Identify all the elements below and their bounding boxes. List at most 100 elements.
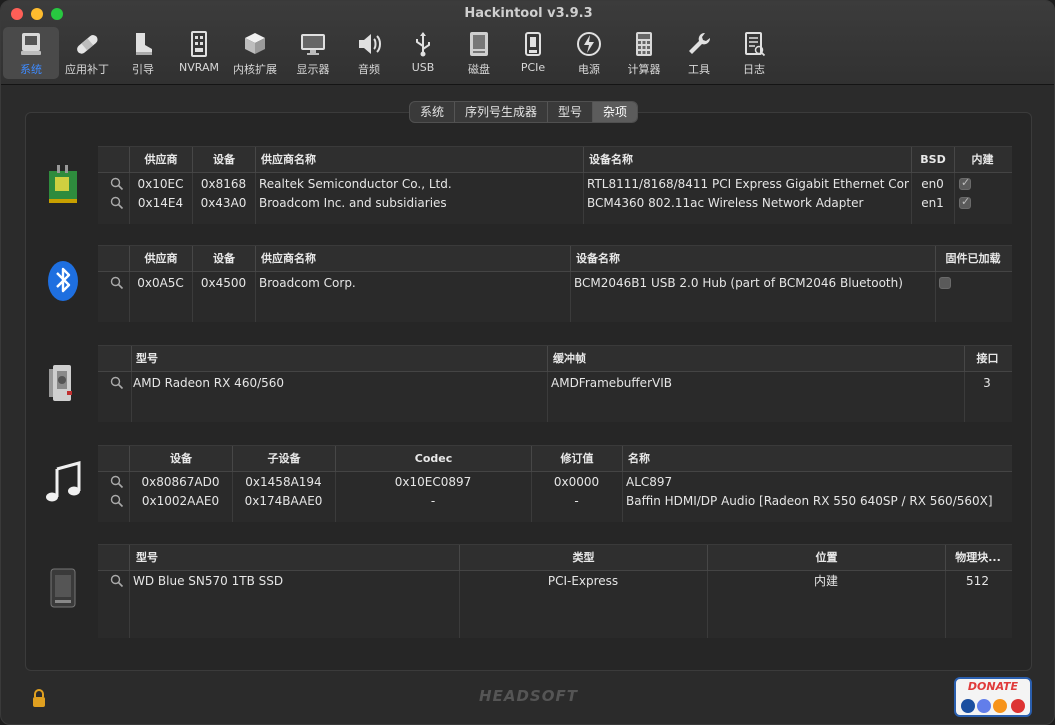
toolbar-item-audio[interactable]: 音频 [341, 27, 397, 79]
column-header-name[interactable]: 名称 [622, 446, 1010, 472]
donate-button[interactable]: DONATE [954, 677, 1032, 717]
toolbar-item-nvram[interactable]: NVRAM [171, 27, 227, 79]
table-row[interactable]: 0x14E4 0x43A0 Broadcom Inc. and subsidia… [98, 194, 1012, 213]
table-row[interactable]: WD Blue SN570 1TB SSD PCI-Express 内建 512 [98, 572, 1012, 591]
cell-vendor: 0x14E4 [137, 196, 184, 210]
column-header-firmware[interactable]: 固件已加载 [935, 246, 1010, 272]
toolbar-label: 计算器 [627, 63, 661, 76]
column-header-vendor[interactable]: 供应商 [129, 147, 192, 173]
toolbar-item-patch[interactable]: 应用补丁 [59, 27, 115, 79]
cell-block-size: 512 [966, 574, 989, 588]
column-header-subdevice[interactable]: 子设备 [232, 446, 335, 472]
toolbar-label: 应用补丁 [65, 63, 109, 76]
graphics-table: 型号 缓冲帧 接口 AMD Radeon RX 460/560 AMDFrame… [98, 345, 1012, 422]
toolbar-item-power[interactable]: 电源 [561, 27, 617, 79]
column-header-model[interactable]: 型号 [129, 545, 459, 571]
toolbar-label: 工具 [688, 63, 710, 76]
wrench-icon [671, 27, 727, 61]
toolbar-label: 磁盘 [468, 63, 490, 76]
toolbar: 系统 应用补丁 引导 NVRAM 内核扩展 显示器 音频 USB 磁盘 PCIe… [1, 27, 1054, 81]
builtin-checkbox[interactable] [959, 195, 971, 209]
table-row[interactable]: AMD Radeon RX 460/560 AMDFramebufferVIB … [98, 374, 1012, 393]
column-header-block-size[interactable]: 物理块... [945, 545, 1010, 571]
kext-icon [227, 27, 283, 61]
toolbar-label: 引导 [132, 63, 154, 76]
column-header-device[interactable]: 设备 [192, 246, 255, 272]
builtin-checkbox[interactable] [959, 176, 971, 190]
cell-vendor-name: Broadcom Corp. [259, 276, 356, 290]
cell-vendor-name: Realtek Semiconductor Co., Ltd. [259, 177, 452, 191]
magnifier-icon[interactable] [110, 494, 124, 508]
tab-misc[interactable]: 杂项 [593, 102, 638, 122]
tab-model[interactable]: 型号 [548, 102, 594, 122]
column-header-location[interactable]: 位置 [707, 545, 945, 571]
graphics-card-icon [43, 361, 83, 405]
toolbar-item-tools[interactable]: 工具 [671, 27, 727, 79]
table-row[interactable]: 0x0A5C 0x4500 Broadcom Corp. BCM2046B1 U… [98, 274, 1012, 293]
power-icon [561, 27, 617, 61]
toolbar-item-boot[interactable]: 引导 [115, 27, 171, 79]
cell-ports: 3 [983, 376, 991, 390]
toolbar-item-display[interactable]: 显示器 [285, 27, 341, 79]
cell-device: 0x8168 [200, 177, 247, 191]
column-header-builtin[interactable]: 内建 [954, 147, 1010, 173]
toolbar-item-kext[interactable]: 内核扩展 [227, 27, 283, 79]
toolbar-item-usb[interactable]: USB [395, 27, 451, 79]
column-header-vendor[interactable]: 供应商 [129, 246, 192, 272]
ethereum-icon [977, 699, 991, 713]
audio-table: 设备 子设备 Codec 修订值 名称 0x80867AD0 0x1458A19… [98, 445, 1012, 522]
toolbar-item-system[interactable]: 系统 [3, 27, 59, 79]
magnifier-icon[interactable] [110, 475, 124, 489]
column-header-bsd[interactable]: BSD [911, 147, 954, 173]
column-header-codec[interactable]: Codec [335, 446, 531, 472]
toolbar-label: 系统 [20, 63, 42, 76]
column-header-vendor-name[interactable]: 供应商名称 [255, 246, 570, 272]
cell-subdevice: 0x1458A194 [245, 475, 322, 489]
toolbar-item-disk[interactable]: 磁盘 [451, 27, 507, 79]
table-header: 型号 缓冲帧 接口 [98, 346, 1012, 372]
table-row[interactable]: 0x1002AAE0 0x174BAAE0 - - Baffin HDMI/DP… [98, 492, 1012, 511]
magnifier-icon[interactable] [110, 196, 124, 210]
table-row[interactable]: 0x10EC 0x8168 Realtek Semiconductor Co.,… [98, 175, 1012, 194]
firmware-loaded-checkbox[interactable] [939, 277, 951, 289]
column-header-ports[interactable]: 接口 [964, 346, 1010, 372]
column-header-type[interactable]: 类型 [459, 545, 707, 571]
cell-device: 0x43A0 [200, 196, 247, 210]
column-header-model[interactable]: 型号 [131, 346, 547, 372]
bandage-icon [59, 27, 115, 61]
network-card-icon [43, 161, 83, 205]
music-note-icon [43, 461, 83, 505]
table-row[interactable]: 0x80867AD0 0x1458A194 0x10EC0897 0x0000 … [98, 473, 1012, 492]
column-header-device-name[interactable]: 设备名称 [583, 147, 911, 173]
column-header-vendor-name[interactable]: 供应商名称 [255, 147, 583, 173]
toolbar-item-pcie[interactable]: PCIe [505, 27, 561, 79]
toolbar-item-calculator[interactable]: 计算器 [616, 27, 672, 79]
cell-location: 内建 [813, 574, 838, 588]
toolbar-label: USB [411, 61, 435, 74]
column-header-device-name[interactable]: 设备名称 [570, 246, 935, 272]
column-header-framebuffer[interactable]: 缓冲帧 [547, 346, 964, 372]
column-header-device[interactable]: 设备 [192, 147, 255, 173]
system-icon [3, 27, 59, 61]
toolbar-label: NVRAM [179, 61, 219, 74]
column-header-device[interactable]: 设备 [129, 446, 232, 472]
ssd-icon [43, 565, 83, 609]
tab-system[interactable]: 系统 [410, 102, 456, 122]
cell-subdevice: 0x174BAAE0 [244, 494, 323, 508]
column-header-revision[interactable]: 修订值 [531, 446, 622, 472]
magnifier-icon[interactable] [110, 276, 124, 290]
magnifier-icon[interactable] [110, 177, 124, 191]
cell-device-name: RTL8111/8168/8411 PCI Express Gigabit Et… [587, 177, 909, 191]
magnifier-icon[interactable] [110, 376, 124, 390]
bitcoin-icon [993, 699, 1007, 713]
boot-icon [115, 27, 171, 61]
toolbar-label: PCIe [520, 61, 546, 74]
cell-vendor-name: Broadcom Inc. and subsidiaries [259, 196, 447, 210]
bluetooth-icon [43, 259, 83, 303]
tab-bar: 系统 序列号生成器 型号 杂项 [409, 101, 639, 123]
toolbar-item-log[interactable]: 日志 [726, 27, 782, 79]
lock-icon[interactable] [31, 688, 47, 708]
table-header: 设备 子设备 Codec 修订值 名称 [98, 446, 1012, 472]
tab-serial-generator[interactable]: 序列号生成器 [455, 102, 549, 122]
magnifier-icon[interactable] [110, 574, 124, 588]
